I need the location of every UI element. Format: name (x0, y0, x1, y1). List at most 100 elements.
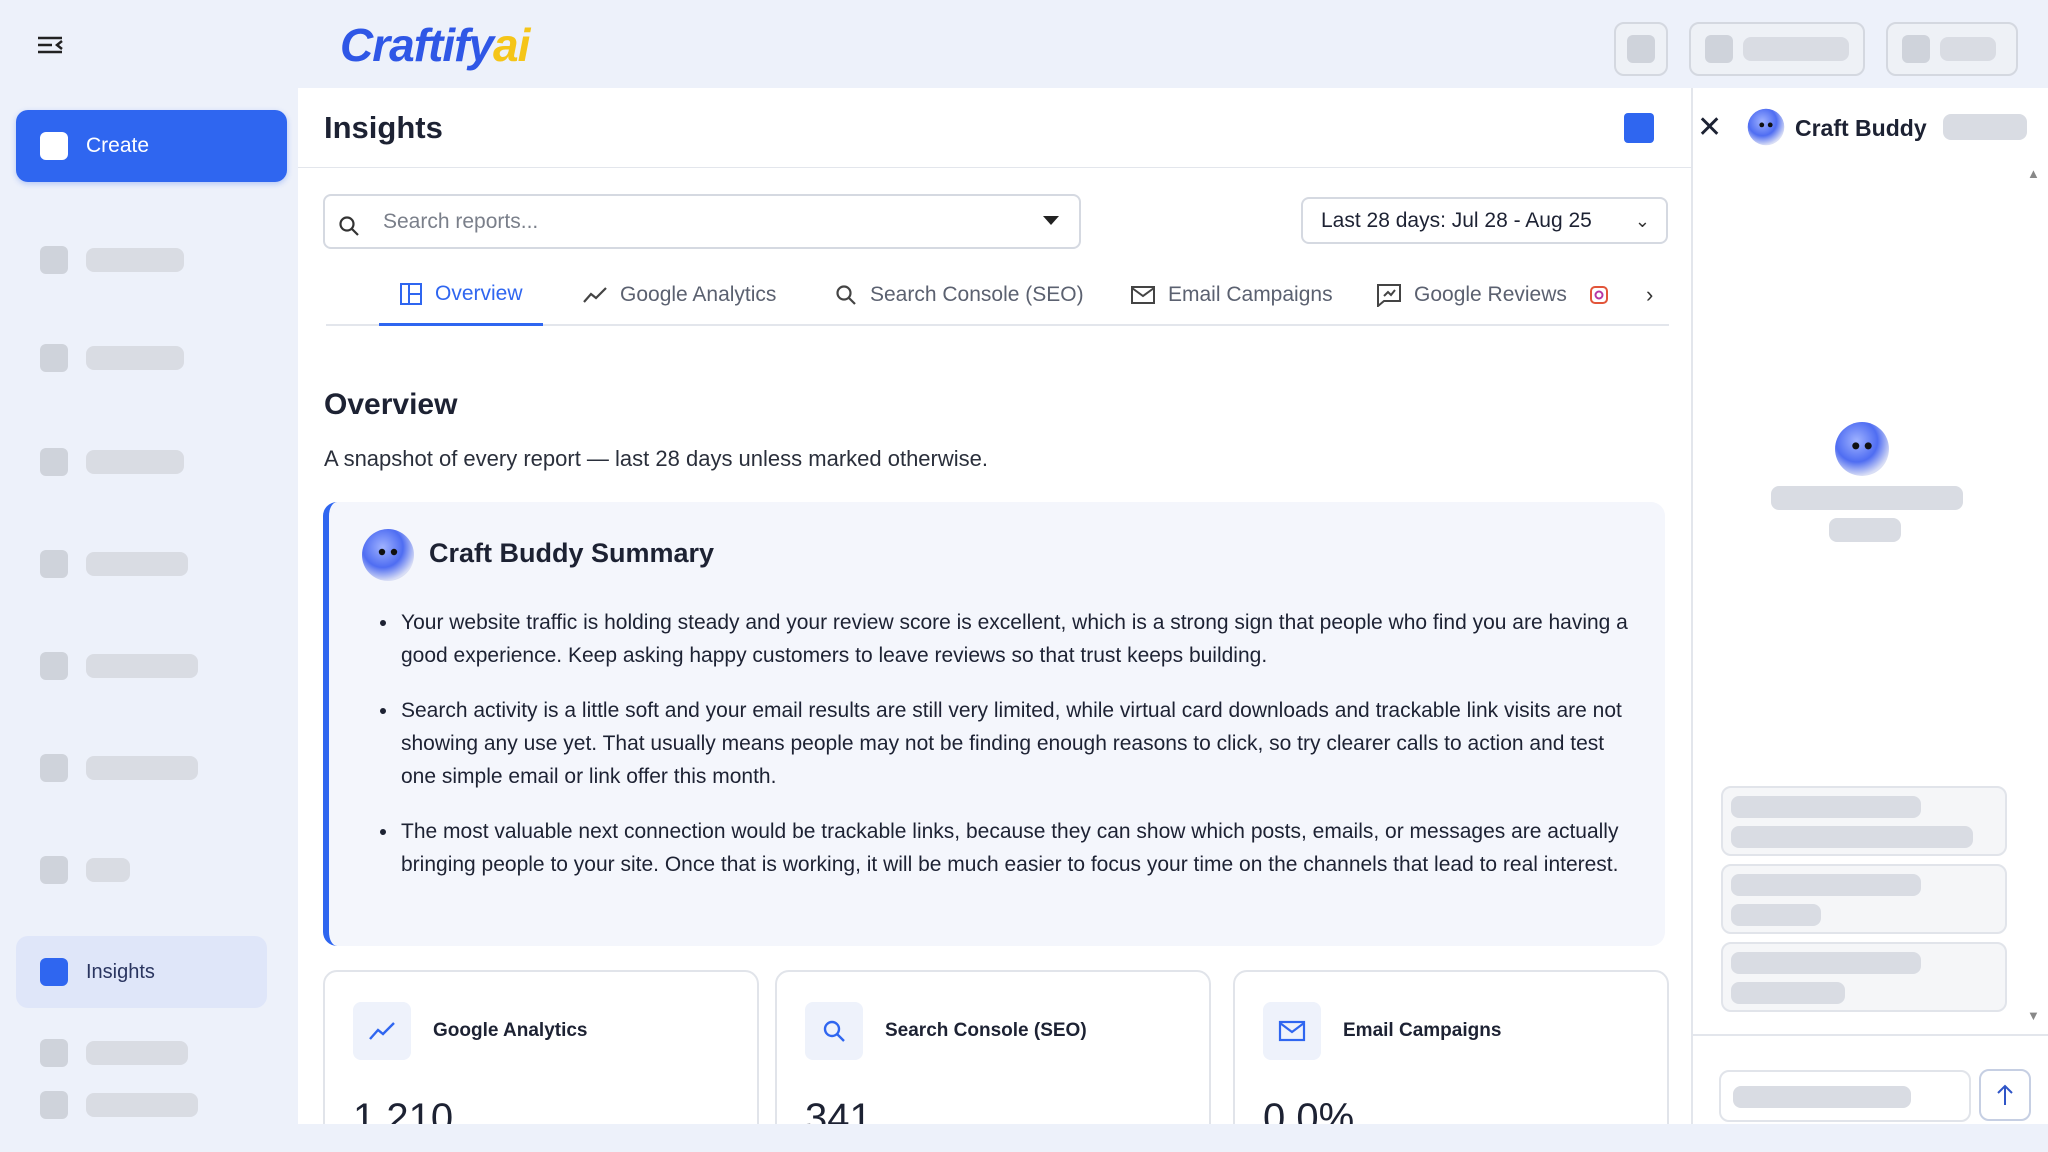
search-icon (836, 285, 856, 305)
placeholder-text (1731, 904, 1821, 926)
menu-collapse-icon[interactable] (36, 34, 64, 56)
section-title: Overview (324, 388, 458, 421)
placeholder-icon (40, 1091, 68, 1119)
placeholder-text (86, 654, 198, 678)
placeholder-text (1731, 874, 1921, 896)
suggested-prompt[interactable] (1721, 942, 2007, 1012)
placeholder-icon (1627, 35, 1655, 63)
chat-panel: ✕ Craft Buddy ▲ ▼ (1691, 88, 2048, 1152)
placeholder-text (86, 1093, 198, 1117)
craft-buddy-avatar-icon (1747, 108, 1785, 146)
tab-google-reviews[interactable]: Google Reviews (1356, 264, 1587, 326)
top-icon-button[interactable] (1614, 22, 1668, 76)
date-range-label: Last 28 days: Jul 28 - Aug 25 (1321, 208, 1592, 232)
placeholder-icon (40, 754, 68, 782)
suggested-prompt[interactable] (1721, 864, 2007, 934)
card-icon-box (1263, 1002, 1321, 1060)
sidebar-item[interactable] (40, 344, 184, 372)
placeholder-icon (40, 652, 68, 680)
panel-toggle-button[interactable] (1624, 113, 1654, 143)
chat-input[interactable] (1719, 1070, 1971, 1122)
dropdown-caret-icon[interactable] (1043, 216, 1059, 225)
search-icon (339, 216, 359, 236)
card-icon-box (353, 1002, 411, 1060)
sidebar-item[interactable] (40, 1091, 198, 1119)
page-header: Insights (298, 88, 1691, 168)
metric-card-google-analytics[interactable]: Google Analytics 1,210 (323, 970, 759, 1124)
placeholder-text (1829, 518, 1901, 542)
sidebar-item[interactable] (40, 550, 188, 578)
placeholder-text (1743, 37, 1849, 61)
metric-card-search-console[interactable]: Search Console (SEO) 341 (775, 970, 1211, 1124)
placeholder-text (1771, 486, 1963, 510)
summary-bullet: Your website traffic is holding steady a… (399, 606, 1639, 672)
chat-title: Craft Buddy (1795, 115, 1927, 141)
search-icon (823, 1020, 845, 1042)
create-icon (40, 132, 68, 160)
summary-bullet: The most valuable next connection would … (399, 815, 1639, 881)
summary-bullet: Search activity is a little soft and you… (399, 694, 1639, 793)
card-value: 341 (805, 1096, 872, 1124)
placeholder-icon (40, 856, 68, 884)
search-input[interactable] (383, 209, 983, 234)
tab-more[interactable] (1590, 264, 1608, 326)
placeholder-text (1943, 114, 2027, 140)
review-icon (1377, 284, 1401, 307)
create-button[interactable]: Create (16, 110, 287, 182)
sidebar-item[interactable] (40, 1039, 188, 1067)
scroll-down-icon[interactable]: ▼ (2027, 1008, 2040, 1023)
sidebar-item[interactable] (40, 652, 198, 680)
sidebar-item[interactable] (40, 856, 130, 884)
summary-title: Craft Buddy Summary (429, 538, 715, 568)
card-value: 0.0% (1263, 1096, 1355, 1124)
placeholder-icon (40, 448, 68, 476)
card-label: Search Console (SEO) (885, 1020, 1087, 1041)
close-icon[interactable]: ✕ (1697, 110, 1722, 145)
page-title: Insights (324, 110, 443, 145)
tab-email-campaigns[interactable]: Email Campaigns (1110, 264, 1353, 326)
placeholder-icon (40, 1039, 68, 1067)
metric-card-email-campaigns[interactable]: Email Campaigns 0.0% (1233, 970, 1669, 1124)
placeholder-icon (1902, 35, 1930, 63)
suggested-prompt[interactable] (1721, 786, 2007, 856)
placeholder-text (86, 858, 130, 882)
top-bar: Craftifyai (0, 0, 2048, 88)
insights-icon (40, 958, 68, 986)
placeholder-icon (40, 344, 68, 372)
send-button[interactable] (1979, 1069, 2031, 1121)
placeholder-text (86, 756, 198, 780)
placeholder-text (86, 346, 184, 370)
craft-buddy-avatar-icon (362, 529, 414, 581)
tab-google-analytics[interactable]: Google Analytics (562, 264, 796, 326)
placeholder-text (1731, 796, 1921, 818)
sidebar-item[interactable] (40, 754, 198, 782)
placeholder-text (1733, 1086, 1911, 1108)
sidebar: Create Insights (0, 88, 298, 1152)
top-account-button[interactable] (1886, 22, 2018, 76)
search-reports-field[interactable] (323, 194, 1081, 249)
sidebar-item[interactable] (40, 448, 184, 476)
craft-buddy-summary: Craft Buddy Summary Your website traffic… (323, 502, 1665, 946)
date-range-select[interactable]: Last 28 days: Jul 28 - Aug 25 ⌄ (1301, 197, 1668, 244)
tab-search-console[interactable]: Search Console (SEO) (814, 264, 1104, 326)
tab-label: Google Reviews (1414, 283, 1567, 306)
card-icon-box (805, 1002, 863, 1060)
mail-icon (1278, 1020, 1306, 1042)
tab-label: Search Console (SEO) (870, 283, 1084, 306)
sidebar-item-insights[interactable]: Insights (16, 936, 267, 1008)
tab-overview[interactable]: Overview (379, 264, 543, 326)
mail-icon (1131, 286, 1155, 304)
arrow-up-icon (1997, 1084, 2013, 1105)
trend-icon (369, 1022, 395, 1040)
top-menu-button[interactable] (1689, 22, 1865, 76)
placeholder-icon (1705, 35, 1733, 63)
sidebar-item-label: Insights (86, 960, 155, 983)
chevron-right-icon[interactable]: › (1646, 282, 1653, 308)
placeholder-text (1731, 952, 1921, 974)
scroll-up-icon[interactable]: ▲ (2027, 166, 2040, 181)
card-label: Email Campaigns (1343, 1020, 1502, 1041)
placeholder-icon (40, 550, 68, 578)
sidebar-item[interactable] (40, 246, 184, 274)
divider (1693, 1034, 2048, 1036)
brand-logo[interactable]: Craftifyai (340, 18, 530, 72)
